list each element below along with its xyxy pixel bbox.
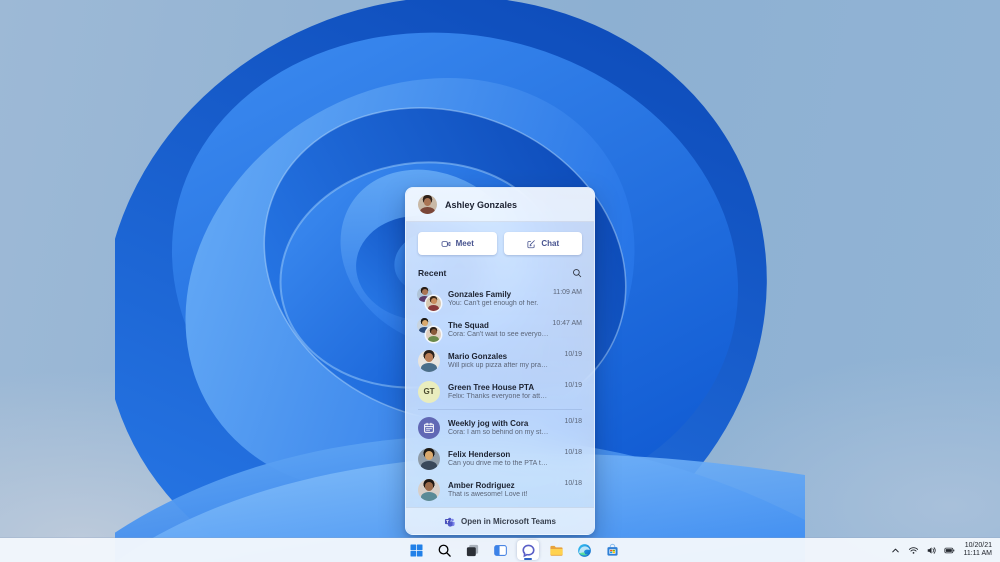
teams-icon bbox=[444, 516, 455, 527]
widgets-icon bbox=[493, 543, 508, 558]
user-avatar bbox=[418, 195, 437, 214]
list-divider bbox=[418, 409, 582, 410]
chat-timestamp: 10/19 bbox=[564, 382, 582, 389]
open-in-teams-button[interactable]: Open in Microsoft Teams bbox=[406, 507, 594, 534]
wifi-icon bbox=[908, 545, 919, 556]
chat-preview: You: Can't get enough of her. bbox=[448, 300, 539, 307]
task-view-button[interactable] bbox=[461, 540, 483, 560]
chat-avatar bbox=[418, 478, 440, 501]
chat-button-flyout[interactable]: Chat bbox=[503, 232, 582, 255]
chat-avatar: GT bbox=[418, 380, 440, 403]
wifi-button[interactable] bbox=[905, 540, 921, 560]
chat-list-item[interactable]: Felix Henderson Can you drive me to the … bbox=[406, 443, 594, 474]
chat-timestamp: 10/18 bbox=[564, 418, 582, 425]
meet-button-label: Meet bbox=[455, 239, 474, 248]
recent-label: Recent bbox=[418, 268, 447, 278]
taskbar-center-icons bbox=[405, 538, 623, 562]
chevron-up-icon bbox=[890, 545, 901, 556]
chat-timestamp: 10/18 bbox=[564, 480, 582, 487]
tray-chevron-button[interactable] bbox=[887, 540, 903, 560]
search-button[interactable] bbox=[433, 540, 455, 560]
compose-icon bbox=[526, 239, 536, 249]
store-icon bbox=[605, 543, 620, 558]
teams-chat-flyout: Ashley Gonzales Meet Chat Recent Gonzale… bbox=[405, 187, 595, 535]
teams-chat-icon bbox=[521, 543, 536, 558]
chat-avatar bbox=[417, 286, 441, 311]
battery-button[interactable] bbox=[941, 540, 957, 560]
clock-time: 11:11 AM bbox=[963, 550, 992, 557]
chat-list-item[interactable]: Weekly jog with Cora Cora: I am so behin… bbox=[406, 412, 594, 443]
action-buttons-row: Meet Chat bbox=[406, 222, 594, 260]
chat-name: Amber Rodriguez bbox=[448, 481, 515, 490]
group-member-avatar bbox=[426, 326, 441, 342]
chat-avatar bbox=[417, 317, 441, 342]
chat-preview: Cora: I am so behind on my step goals. bbox=[448, 429, 550, 436]
system-tray: 10/20/21 11:11 AM bbox=[887, 538, 997, 562]
file-explorer-icon bbox=[549, 543, 564, 558]
volume-button[interactable] bbox=[923, 540, 939, 560]
chat-list-item[interactable]: Gonzales Family You: Can't get enough of… bbox=[406, 283, 594, 314]
chat-list: Gonzales Family You: Can't get enough of… bbox=[406, 281, 594, 507]
chat-button-label: Chat bbox=[541, 239, 560, 248]
chat-timestamp: 10/18 bbox=[564, 449, 582, 456]
open-in-teams-label: Open in Microsoft Teams bbox=[461, 516, 556, 526]
chat-list-item[interactable]: Mario Gonzales Will pick up pizza after … bbox=[406, 345, 594, 376]
chat-timestamp: 11:09 AM bbox=[552, 289, 582, 296]
chat-name: Mario Gonzales bbox=[448, 352, 508, 361]
chat-name: Green Tree House PTA bbox=[448, 383, 535, 392]
chat-list-item[interactable]: Amber Rodriguez That is awesome! Love it… bbox=[406, 474, 594, 505]
chat-avatar bbox=[418, 349, 440, 372]
chat-list-item[interactable]: The Squad Cora: Can't wait to see everyo… bbox=[406, 314, 594, 345]
taskbar: 10/20/21 11:11 AM bbox=[0, 538, 1000, 562]
calendar-icon bbox=[418, 416, 440, 439]
chat-timestamp: 10/19 bbox=[564, 351, 582, 358]
chat-preview: That is awesome! Love it! bbox=[448, 491, 528, 498]
user-name: Ashley Gonzales bbox=[445, 199, 518, 210]
start-button[interactable] bbox=[405, 540, 427, 560]
flyout-header[interactable]: Ashley Gonzales bbox=[406, 188, 594, 222]
chat-name: Felix Henderson bbox=[448, 450, 511, 459]
chat-timestamp: 10:47 AM bbox=[552, 320, 582, 327]
tray-icons bbox=[887, 540, 957, 560]
volume-icon bbox=[926, 545, 937, 556]
chat-name: The Squad bbox=[448, 321, 489, 330]
widgets-button[interactable] bbox=[489, 540, 511, 560]
search-icon bbox=[437, 543, 452, 558]
battery-icon bbox=[944, 545, 955, 556]
chat-preview: Can you drive me to the PTA today? bbox=[448, 460, 550, 467]
store-button[interactable] bbox=[601, 540, 623, 560]
search-icon[interactable] bbox=[572, 268, 582, 278]
recent-section-header: Recent bbox=[406, 260, 594, 281]
file-explorer-button[interactable] bbox=[545, 540, 567, 560]
chat-button[interactable] bbox=[517, 540, 539, 560]
chat-preview: Will pick up pizza after my practice. bbox=[448, 362, 550, 369]
chat-avatar bbox=[418, 447, 440, 470]
task-view-icon bbox=[465, 543, 480, 558]
clock-date: 10/20/21 bbox=[964, 541, 992, 549]
chat-preview: Felix: Thanks everyone for attending tod… bbox=[448, 393, 550, 400]
edge-icon bbox=[577, 543, 592, 558]
video-camera-icon bbox=[441, 239, 451, 249]
group-member-avatar bbox=[426, 295, 441, 311]
chat-name: Gonzales Family bbox=[448, 290, 512, 299]
chat-preview: Cora: Can't wait to see everyone! bbox=[448, 331, 550, 338]
edge-button[interactable] bbox=[573, 540, 595, 560]
windows-start-icon bbox=[409, 543, 424, 558]
meet-button[interactable]: Meet bbox=[418, 232, 497, 255]
chat-name: Weekly jog with Cora bbox=[448, 419, 529, 428]
chat-list-item[interactable]: GT Green Tree House PTA Felix: Thanks ev… bbox=[406, 376, 594, 407]
taskbar-clock[interactable]: 10/20/21 11:11 AM bbox=[959, 542, 997, 559]
